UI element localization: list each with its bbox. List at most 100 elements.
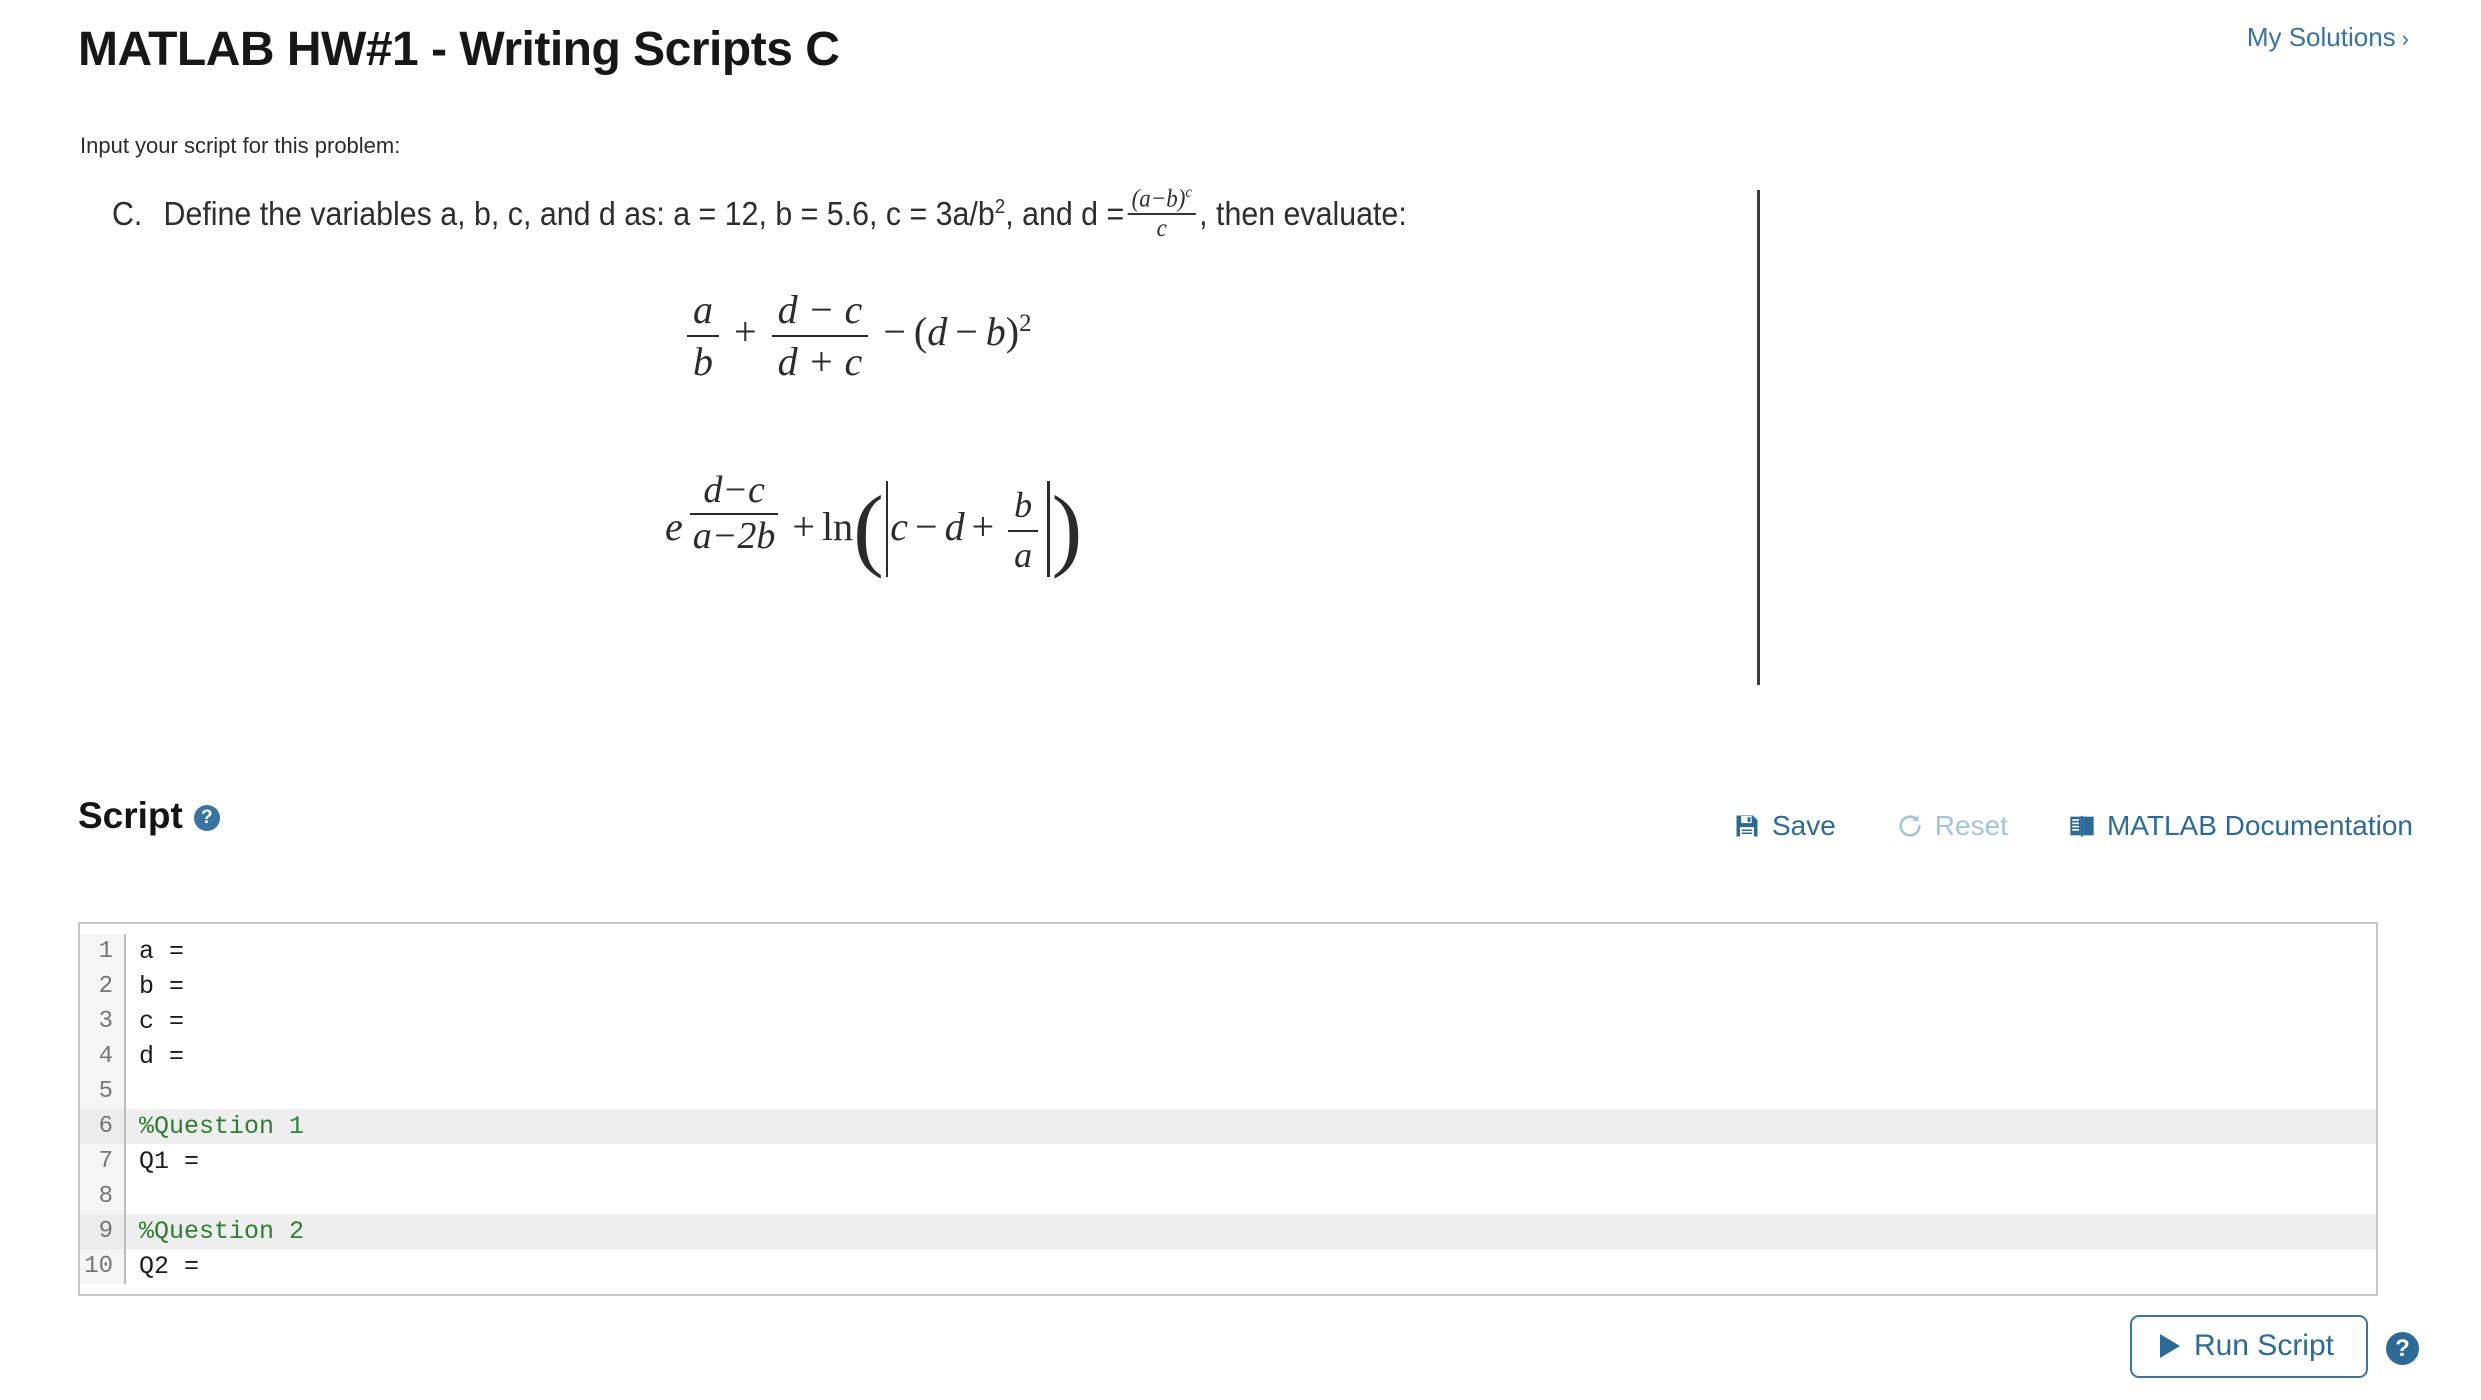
code-line[interactable]: 6 %Question 1 <box>80 1109 2376 1144</box>
prompt-text: Input your script for this problem: <box>80 133 401 158</box>
expr1-tail-b: b <box>985 309 1006 355</box>
save-label: Save <box>1771 810 1836 841</box>
save-button[interactable]: Save <box>1733 810 1836 842</box>
script-toolbar: Save Reset MATLAB Documentation <box>1733 810 2413 842</box>
code-line-text[interactable]: c = <box>126 1007 2376 1036</box>
code-line[interactable]: 10 Q2 = <box>80 1249 2376 1284</box>
code-line[interactable]: 9 %Question 2 <box>80 1214 2376 1249</box>
problem-statement-line: C. Define the variables a, b, c, and d as… <box>112 184 1407 245</box>
code-line[interactable]: 8 <box>80 1179 2376 1214</box>
expr1-operator-minus: − <box>883 309 906 355</box>
expr2-open-paren: ( <box>853 477 884 580</box>
run-script-help-icon[interactable]: ? <box>2386 1332 2419 1365</box>
chevron-right-icon: › <box>2401 26 2409 51</box>
expr1-tail-d: d <box>927 309 948 355</box>
code-line-text[interactable]: Q1 = <box>126 1147 2376 1176</box>
expr2-inner-d: d <box>944 503 965 549</box>
code-line-text[interactable]: d = <box>126 1042 2376 1071</box>
play-icon <box>2159 1334 2180 1358</box>
expr1-tail-minus: − <box>955 309 978 355</box>
my-solutions-link[interactable]: My Solutions › <box>2247 22 2409 53</box>
my-solutions-label: My Solutions <box>2246 22 2396 52</box>
page-title: MATLAB HW#1 - Writing Scripts C <box>78 23 840 76</box>
d-definition-fraction: (a−b)c c <box>1127 184 1196 244</box>
code-line[interactable]: 4d = <box>80 1039 2376 1074</box>
expr2-exp-frac: d−c a−2b <box>689 469 779 559</box>
problem-vertical-rule <box>1757 190 1760 685</box>
expr2-abs-bar-left <box>885 480 889 577</box>
matlab-documentation-label: MATLAB Documentation <box>2106 810 2413 841</box>
script-help-icon[interactable]: ? <box>193 805 220 831</box>
d-numerator: (a−b)c <box>1128 184 1196 213</box>
code-line-text[interactable]: %Question 2 <box>126 1217 2376 1246</box>
line-number: 2 <box>80 969 126 1004</box>
d-numerator-exponent: c <box>1185 184 1192 201</box>
expr1-f1-numerator: a <box>693 287 713 332</box>
code-line[interactable]: 5 <box>80 1074 2376 1109</box>
expr2-e-base: e <box>665 503 683 549</box>
expr2-ln-label: ln <box>821 503 854 549</box>
d-denominator: c <box>1127 212 1196 244</box>
matlab-documentation-link[interactable]: MATLAB Documentation <box>2068 810 2413 842</box>
expr2-inner-f-numerator: b <box>1014 485 1033 526</box>
expr1-f2-numerator: d − c <box>777 287 863 332</box>
problem-statement-part2: , and d = <box>1005 194 1125 232</box>
line-number: 3 <box>80 1004 126 1039</box>
reset-refresh-icon <box>1896 812 1924 840</box>
expr2-exp-denominator: a−2b <box>689 512 779 559</box>
reset-label: Reset <box>1934 810 2008 841</box>
run-script-label: Run Script <box>2193 1329 2334 1362</box>
problem-letter: C. <box>112 194 143 232</box>
expr2-inner-f-denominator: a <box>1008 529 1039 579</box>
expr1-tail-open-paren: ( <box>913 309 928 355</box>
problem-b-exponent: 2 <box>994 194 1006 218</box>
footer-actions: Run Script ? <box>2129 1315 2419 1378</box>
line-number: 6 <box>80 1109 126 1144</box>
expr2-abs-bar-right <box>1047 480 1050 577</box>
expr1-tail-close-paren: ) <box>1005 309 1020 355</box>
expression-1: a b + d − c d + c − (d − b)2 <box>680 285 1032 387</box>
line-number: 9 <box>80 1214 126 1249</box>
code-line-text[interactable]: a = <box>126 937 2376 966</box>
code-line-text[interactable]: b = <box>126 972 2376 1001</box>
code-line[interactable]: 1a = <box>80 934 2376 969</box>
line-number: 5 <box>80 1074 126 1109</box>
line-number: 1 <box>80 934 126 969</box>
script-section-header: Script ? <box>78 795 220 837</box>
expr1-tail-exponent: 2 <box>1019 309 1032 337</box>
run-script-button[interactable]: Run Script <box>2129 1315 2368 1378</box>
script-code-editor[interactable]: 1a = 2 b = 3 c = 4 d = 5 6 %Question 1 7 Q1 = 8 9 %Que… <box>78 922 2378 1296</box>
expr1-f2-denominator: d + c <box>771 335 869 387</box>
line-number: 10 <box>80 1249 126 1284</box>
expr2-operator-plus: + <box>792 503 815 549</box>
line-number: 8 <box>80 1179 126 1214</box>
d-numerator-text: (a−b) <box>1131 185 1186 213</box>
page-header: MATLAB HW#1 - Writing Scripts C My Solut… <box>0 0 2481 110</box>
problem-statement-part1: Define the variables a, b, c, and d as: … <box>163 194 995 232</box>
expr2-inner-plus: + <box>971 503 995 549</box>
expr1-fraction-a-over-b: a b <box>687 285 719 387</box>
problem-statement-part3: , then evaluate: <box>1199 194 1407 232</box>
script-title: Script <box>78 795 183 836</box>
expr2-inner-fraction-b-over-a: b a <box>1008 482 1039 579</box>
line-number: 4 <box>80 1039 126 1074</box>
save-floppy-icon <box>1733 812 1761 840</box>
code-lines-container: 1a = 2 b = 3 c = 4 d = 5 6 %Question 1 7 Q1 = 8 9 %Que… <box>80 924 2376 1284</box>
expr2-close-paren: ) <box>1051 477 1083 580</box>
expr2-exp-numerator: d−c <box>703 469 765 511</box>
code-line-text[interactable]: Q2 = <box>126 1252 2376 1281</box>
expr1-operator-plus: + <box>734 309 757 355</box>
expression-2: e d−c a−2b + ln(c − d + b a ) <box>665 469 1083 580</box>
book-icon <box>2068 812 2096 840</box>
expr2-inner-c: c <box>890 503 909 549</box>
reset-button[interactable]: Reset <box>1896 810 2008 842</box>
code-line[interactable]: 7 Q1 = <box>80 1144 2376 1179</box>
code-line[interactable]: 3c = <box>80 1004 2376 1039</box>
expr2-inner-minus: − <box>915 503 938 549</box>
problem-statement-image: C. Define the variables a, b, c, and d as… <box>80 175 1780 705</box>
code-line[interactable]: 2b = <box>80 969 2376 1004</box>
expr1-fraction-dminusc-over-dplusc: d − c d + c <box>771 285 869 387</box>
expr2-exponent-fraction: d−c a−2b <box>683 469 786 559</box>
code-line-text[interactable]: %Question 1 <box>126 1112 2376 1141</box>
expr1-f1-denominator: b <box>687 335 719 387</box>
